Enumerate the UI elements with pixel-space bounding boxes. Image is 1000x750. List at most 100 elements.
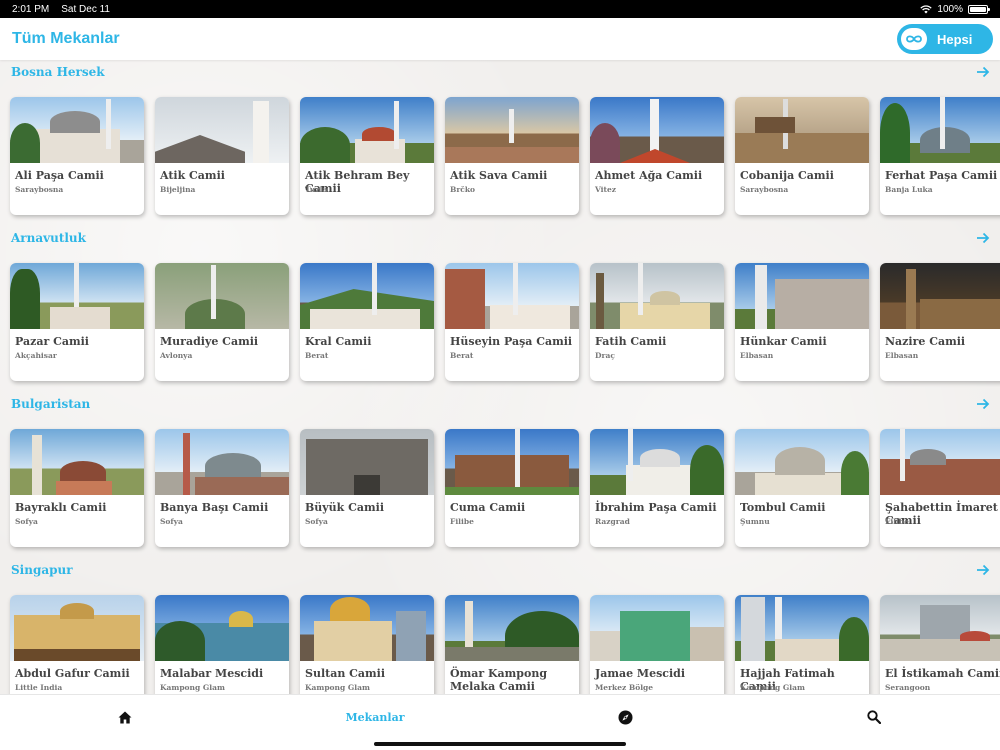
place-image [880,429,1000,495]
place-image [445,97,579,163]
place-location: Kampong Glam [305,683,370,692]
place-image [10,97,144,163]
place-card[interactable]: Ömar Kampong Melaka Camii [445,595,579,694]
place-card[interactable]: Atik Sava Camii Brčko [445,97,579,215]
place-image [10,595,144,661]
place-card[interactable]: Abdul Gafur Camii Little India [10,595,144,694]
place-location: Avlonya [160,351,193,360]
place-name: Hünkar Camii [740,335,827,348]
place-location: Berat [305,351,329,360]
section-title: Bosna Hersek [11,65,105,79]
place-card[interactable]: Ali Paşa Camii Saraybosna [10,97,144,215]
status-bar: 2:01 PM Sat Dec 11 100% [0,0,1000,18]
place-card[interactable]: Şahabettin İmaret Camii Filibe [880,429,1000,547]
place-name: Ali Paşa Camii [15,169,104,182]
place-name: Jamae Mescidi [595,667,686,680]
place-name: Ahmet Ağa Camii [595,169,703,182]
place-name: İbrahim Paşa Camii [595,501,717,514]
arrow-right-icon[interactable] [975,64,991,80]
place-location: Kampong Glam [160,683,225,692]
place-card[interactable]: El İstikamah Camii Serangoon [880,595,1000,694]
place-card[interactable]: Malabar Mescidi Kampong Glam [155,595,289,694]
place-name: Sultan Camii [305,667,386,680]
place-card[interactable]: Jamae Mescidi Merkez Bölge [590,595,724,694]
tab-search[interactable] [864,707,884,727]
place-image [300,429,434,495]
card-row: Ali Paşa Camii Saraybosna Atik Camii Bij… [10,97,1000,217]
place-card[interactable]: Hünkar Camii Elbasan [735,263,869,381]
place-location: Razgrad [595,517,630,526]
place-image [300,595,434,661]
place-name: Cobanija Camii [740,169,834,182]
place-image [445,595,579,661]
page-title: Tüm Mekanlar [12,30,120,47]
places-list[interactable]: Bosna Hersek Ali Paşa Camii Saraybosna A… [0,60,1000,694]
place-image [735,595,869,661]
place-card[interactable]: Hüseyin Paşa Camii Berat [445,263,579,381]
place-card[interactable]: Muradiye Camii Avlonya [155,263,289,381]
place-image [300,97,434,163]
home-indicator [374,742,626,746]
place-card[interactable]: Ahmet Ağa Camii Vitez [590,97,724,215]
place-card[interactable]: Hajjah Fatimah Camii Kampong Glam [735,595,869,694]
place-image [735,429,869,495]
place-location: Bijeljina [160,185,196,194]
infinity-icon [901,28,927,50]
place-name: Tombul Camii [740,501,826,514]
place-card[interactable]: Kral Camii Berat [300,263,434,381]
place-card[interactable]: Tombul Camii Şumnu [735,429,869,547]
place-name: Abdul Gafur Camii [15,667,130,680]
place-image [155,595,289,661]
place-name: Banya Başı Camii [160,501,269,514]
place-image [880,263,1000,329]
place-location: Şumnu [740,517,770,526]
battery-percent: 100% [937,3,963,15]
place-location: Brčko [450,185,476,194]
place-location: Saraybosna [740,185,789,194]
arrow-right-icon[interactable] [975,230,991,246]
place-image [880,97,1000,163]
place-location: Sofya [160,517,183,526]
arrow-right-icon[interactable] [975,562,991,578]
place-card[interactable]: Sultan Camii Kampong Glam [300,595,434,694]
place-card[interactable]: Fatih Camii Draç [590,263,724,381]
tab-explore[interactable] [615,707,635,727]
place-location: Merkez Bölge [595,683,654,692]
place-card[interactable]: Banya Başı Camii Sofya [155,429,289,547]
place-image [880,595,1000,661]
place-card[interactable]: Cuma Camii Filibe [445,429,579,547]
place-image [10,263,144,329]
place-location: Elbasan [885,351,919,360]
place-name: Malabar Mescidi [160,667,264,680]
tab-mekanlar[interactable]: Mekanlar [340,707,410,727]
place-name: Cuma Camii [450,501,526,514]
place-image [735,97,869,163]
place-card[interactable]: Cobanija Camii Saraybosna [735,97,869,215]
place-location: Serangoon [885,683,931,692]
place-card[interactable]: Nazire Camii Elbasan [880,263,1000,381]
place-location: Filibe [885,517,909,526]
place-location: Akçahisar [15,351,57,360]
place-image [300,263,434,329]
place-card[interactable]: Ferhat Paşa Camii Banja Luka [880,97,1000,215]
place-card[interactable]: Atik Camii Bijeljina [155,97,289,215]
place-name: Atik Camii [160,169,225,182]
place-location: Tuzla [305,185,328,194]
place-name: Kral Camii [305,335,372,348]
place-card[interactable]: Pazar Camii Akçahisar [10,263,144,381]
place-card[interactable]: Atik Behram Bey Camii Tuzla [300,97,434,215]
tab-home[interactable] [115,707,135,727]
search-icon [867,710,881,724]
show-all-button[interactable]: Hepsi [897,24,993,54]
place-location: Sofya [15,517,38,526]
place-card[interactable]: İbrahim Paşa Camii Razgrad [590,429,724,547]
place-card[interactable]: Büyük Camii Sofya [300,429,434,547]
place-name: Nazire Camii [885,335,966,348]
place-location: Filibe [450,517,474,526]
place-location: Draç [595,351,615,360]
compass-icon [618,710,632,724]
place-card[interactable]: Bayraklı Camii Sofya [10,429,144,547]
place-image [155,97,289,163]
place-name: Ömar Kampong Melaka Camii [450,667,548,693]
arrow-right-icon[interactable] [975,396,991,412]
